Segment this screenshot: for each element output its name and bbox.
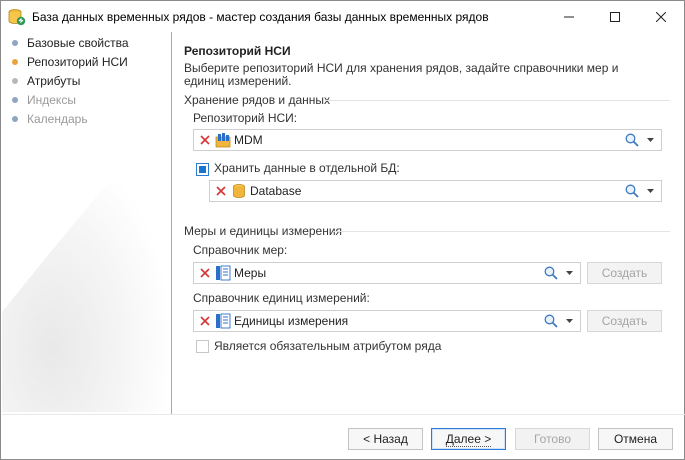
database-combo[interactable]: Database xyxy=(209,180,662,202)
clear-x-icon xyxy=(216,186,226,196)
wizard-window: База данных временных рядов - мастер соз… xyxy=(0,0,685,460)
step-status-dot xyxy=(12,116,18,122)
nav-divider xyxy=(171,32,172,414)
separate-db-checkbox[interactable] xyxy=(196,163,209,176)
nav-step-label: Репозиторий НСИ xyxy=(27,55,128,69)
database-dropdown-button[interactable] xyxy=(644,182,656,200)
create-measures-button[interactable]: Создать xyxy=(587,262,662,284)
measures-combo[interactable]: Меры xyxy=(193,262,581,284)
repository-value: MDM xyxy=(234,133,263,147)
separate-db-label: Хранить данные в отдельной БД: xyxy=(214,161,400,175)
repository-combo[interactable]: MDM xyxy=(193,129,662,151)
wizard-page: Репозиторий НСИ Выберите репозиторий НСИ… xyxy=(173,32,684,412)
clear-measures-button[interactable] xyxy=(196,263,214,283)
measures-dropdown-button[interactable] xyxy=(563,264,575,282)
group-separator xyxy=(325,100,670,101)
step-status-dot xyxy=(12,78,18,84)
maximize-button[interactable] xyxy=(592,1,638,32)
search-repository-button[interactable] xyxy=(623,131,641,149)
units-value: Единицы измерения xyxy=(234,314,349,328)
nav-step-label: Атрибуты xyxy=(27,74,81,88)
create-units-button[interactable]: Создать xyxy=(587,310,662,332)
clear-repository-button[interactable] xyxy=(196,130,214,150)
search-database-button[interactable] xyxy=(623,182,641,200)
chevron-down-icon xyxy=(565,271,573,275)
units-dropdown-button[interactable] xyxy=(563,312,575,330)
nav-step-mdm-repository[interactable]: Репозиторий НСИ xyxy=(12,54,128,70)
nav-step-label: Базовые свойства xyxy=(27,36,129,50)
chevron-down-icon xyxy=(646,189,654,193)
clear-x-icon xyxy=(200,135,210,145)
cancel-button[interactable]: Отмена xyxy=(598,428,673,450)
database-value: Database xyxy=(250,184,302,198)
step-status-dot xyxy=(12,97,18,103)
nav-step-label: Индексы xyxy=(27,93,76,107)
nav-step-indexes: Индексы xyxy=(12,92,76,108)
search-icon xyxy=(625,133,639,147)
measures-group-label: Меры и единицы измерения xyxy=(184,224,343,238)
minimize-button[interactable] xyxy=(546,1,592,32)
window-title: База данных временных рядов - мастер соз… xyxy=(32,10,489,24)
close-icon xyxy=(656,11,666,22)
clear-database-button[interactable] xyxy=(212,181,230,201)
required-attribute-checkbox[interactable] xyxy=(196,340,209,353)
database-icon xyxy=(231,183,247,199)
group-separator xyxy=(333,231,670,232)
maximize-icon xyxy=(610,11,620,22)
search-icon xyxy=(544,266,558,280)
title-bar: База данных временных рядов - мастер соз… xyxy=(1,1,684,32)
minimize-icon xyxy=(564,16,574,17)
units-label: Справочник единиц измерений: xyxy=(193,291,370,305)
measures-label: Справочник мер: xyxy=(193,243,288,257)
clear-x-icon xyxy=(200,268,210,278)
repository-label: Репозиторий НСИ: xyxy=(193,111,298,125)
chevron-down-icon xyxy=(646,138,654,142)
chevron-down-icon xyxy=(565,319,573,323)
page-title: Репозиторий НСИ xyxy=(184,44,291,58)
timeseries-database-app-icon xyxy=(8,9,26,26)
units-combo[interactable]: Единицы измерения xyxy=(193,310,581,332)
next-button-label: Далее > xyxy=(445,431,492,447)
search-measures-button[interactable] xyxy=(542,264,560,282)
finish-button: Готово xyxy=(515,428,590,450)
nav-step-basic-properties[interactable]: Базовые свойства xyxy=(12,35,129,51)
footer-divider xyxy=(2,414,685,415)
storage-group-label: Хранение рядов и данных xyxy=(184,93,331,107)
dictionary-icon xyxy=(215,313,231,329)
next-button[interactable]: Далее > xyxy=(431,428,506,450)
clear-units-button[interactable] xyxy=(196,311,214,331)
back-button[interactable]: < Назад xyxy=(348,428,423,450)
decorative-background xyxy=(2,122,172,412)
required-attribute-label: Является обязательным атрибутом ряда xyxy=(214,339,442,353)
step-status-dot xyxy=(12,59,18,65)
search-icon xyxy=(544,314,558,328)
nav-step-attributes[interactable]: Атрибуты xyxy=(12,73,80,89)
nav-step-label: Календарь xyxy=(27,112,88,126)
measures-value: Меры xyxy=(234,266,267,280)
dictionary-icon xyxy=(215,265,231,281)
nav-step-calendar: Календарь xyxy=(12,111,88,127)
step-status-dot xyxy=(12,40,18,46)
search-units-button[interactable] xyxy=(542,312,560,330)
page-description: Выберите репозиторий НСИ для хранения ря… xyxy=(184,61,619,88)
mdm-repository-icon xyxy=(215,132,231,148)
wizard-steps-nav: Базовые свойства Репозиторий НСИ Атрибут… xyxy=(2,32,172,412)
clear-x-icon xyxy=(200,316,210,326)
repository-dropdown-button[interactable] xyxy=(644,131,656,149)
search-icon xyxy=(625,184,639,198)
close-button[interactable] xyxy=(638,1,684,32)
